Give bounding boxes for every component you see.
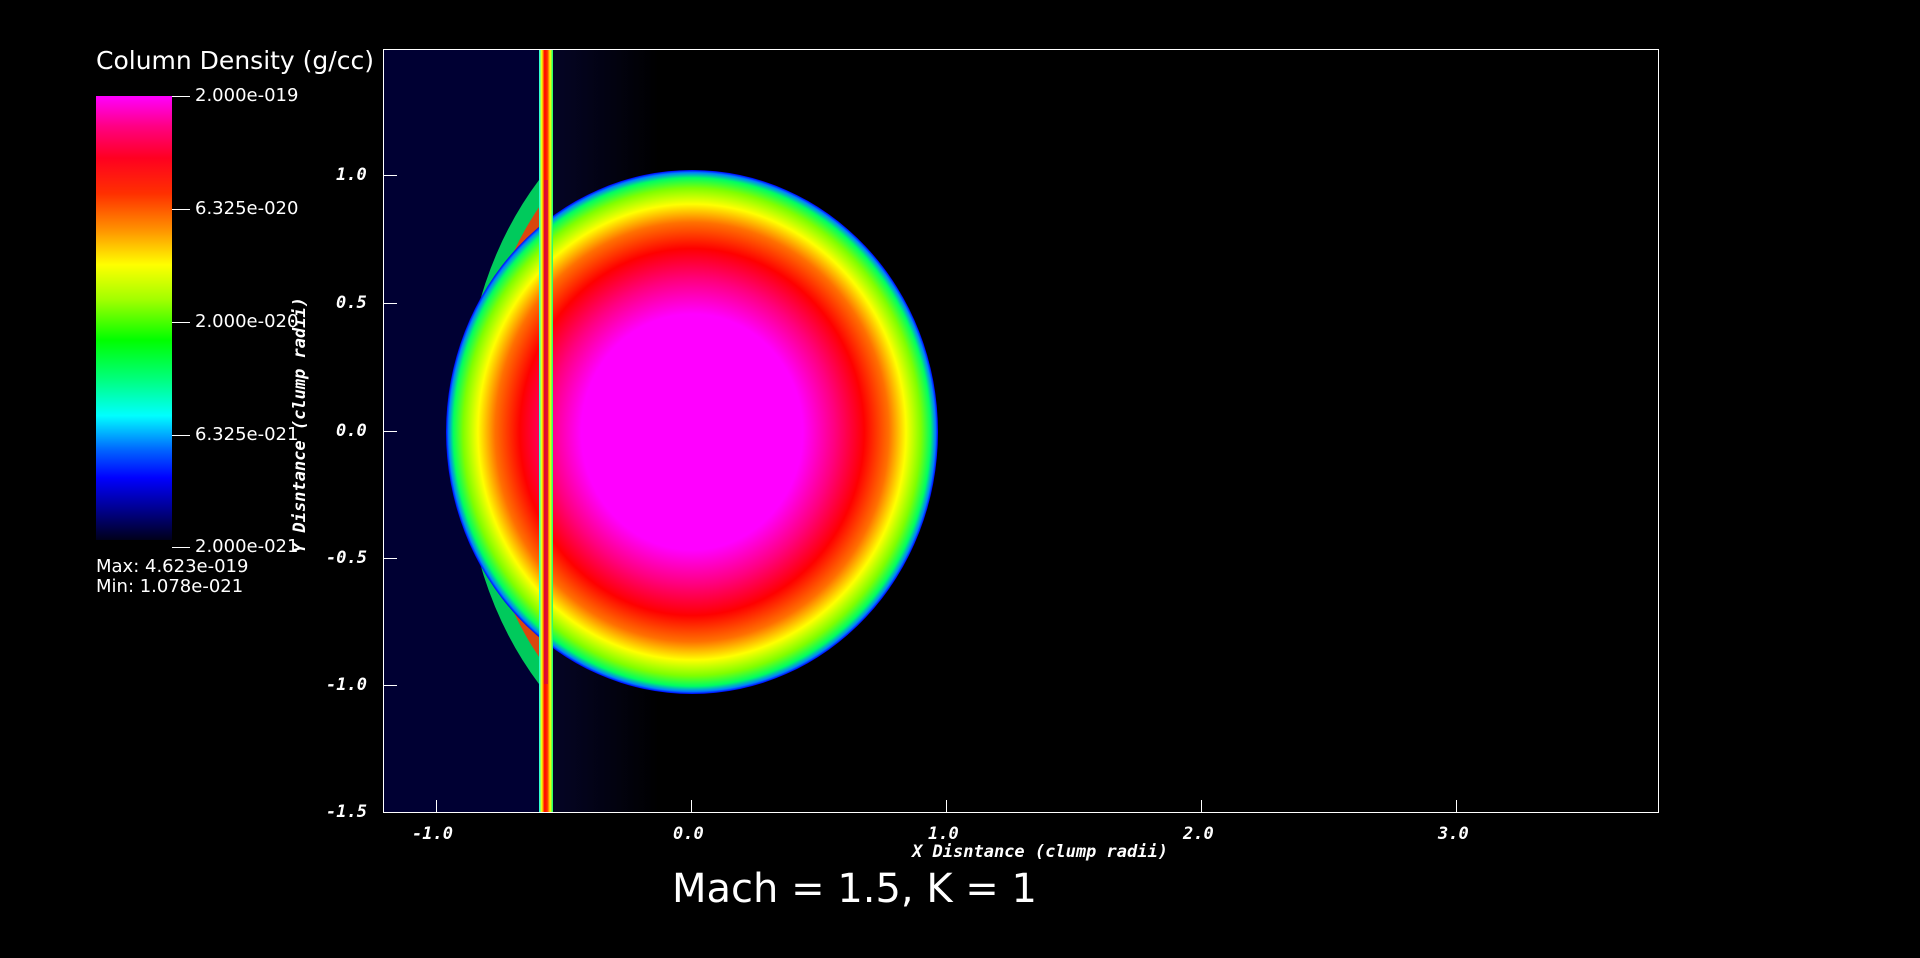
colorbar-label: 2.000e-021 — [195, 536, 299, 557]
colorbar-tick — [172, 547, 190, 548]
x-tick-label: 0.0 — [673, 824, 704, 844]
colorbar-tick — [172, 96, 190, 97]
y-tick-label: -1.5 — [326, 802, 367, 822]
colorbar-tick — [172, 209, 190, 210]
colorbar-label: 6.325e-021 — [195, 424, 299, 445]
x-tick-label: 1.0 — [928, 824, 959, 844]
x-axis-label: X Disntance (clump radii) — [912, 842, 1168, 862]
plot-area — [383, 49, 1659, 813]
y-tick-mark — [383, 303, 397, 304]
x-tick-mark — [1201, 800, 1202, 813]
y-axis-label: Y Disntance (clump radii) — [290, 297, 310, 553]
colorbar-tick — [172, 322, 190, 323]
min-value: Min: 1.078e-021 — [96, 576, 244, 597]
y-tick-label: 0.5 — [336, 293, 367, 313]
y-tick-label: -0.5 — [326, 548, 367, 568]
x-tick-mark — [946, 800, 947, 813]
y-tick-label: 1.0 — [336, 165, 367, 185]
y-tick-mark — [383, 558, 397, 559]
colorbar-tick — [172, 435, 190, 436]
density-field-image — [384, 50, 938, 812]
y-tick-mark — [383, 812, 397, 813]
x-tick-mark — [436, 800, 437, 813]
colorbar — [96, 96, 172, 540]
y-tick-mark — [383, 175, 397, 176]
x-tick-mark — [691, 800, 692, 813]
y-tick-label: -1.0 — [326, 675, 367, 695]
x-tick-mark — [1456, 800, 1457, 813]
legend-title: Column Density (g/cc) — [96, 46, 374, 75]
x-tick-label: -1.0 — [412, 824, 453, 844]
y-tick-label: 0.0 — [336, 421, 367, 441]
y-tick-mark — [383, 431, 397, 432]
colorbar-label: 2.000e-020 — [195, 311, 299, 332]
x-tick-label: 2.0 — [1183, 824, 1214, 844]
colorbar-label: 2.000e-019 — [195, 85, 299, 106]
plot-caption: Mach = 1.5, K = 1 — [672, 866, 1037, 912]
colorbar-label: 6.325e-020 — [195, 198, 299, 219]
max-value: Max: 4.623e-019 — [96, 556, 249, 577]
x-tick-label: 3.0 — [1438, 824, 1469, 844]
y-tick-mark — [383, 685, 397, 686]
